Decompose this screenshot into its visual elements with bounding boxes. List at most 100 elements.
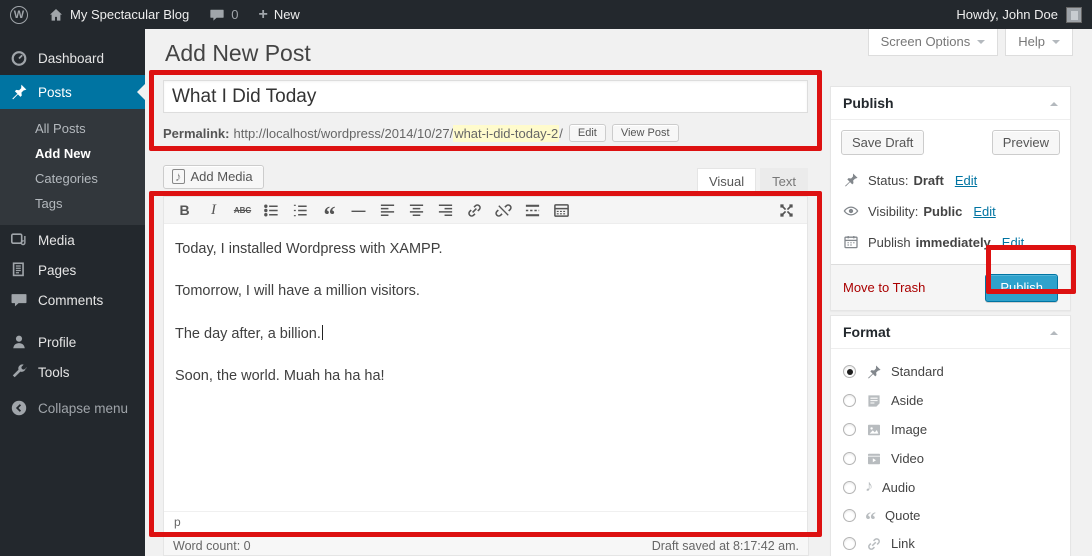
align-left-icon[interactable] — [373, 198, 402, 222]
format-option-link[interactable]: Link — [831, 529, 1070, 556]
calendar-icon — [843, 234, 859, 250]
word-count: Word count: 0 — [173, 539, 251, 553]
text-tab[interactable]: Text — [760, 168, 808, 196]
radio-selected[interactable] — [843, 365, 856, 378]
edit-visibility-link[interactable]: Edit — [973, 204, 995, 219]
permalink: Permalink: http://localhost/wordpress/20… — [163, 124, 808, 142]
site-name-link[interactable]: My Spectacular Blog — [38, 0, 199, 29]
radio[interactable] — [843, 509, 856, 522]
format-option-image[interactable]: Image — [831, 415, 1070, 444]
sidebar-separator — [0, 315, 145, 327]
bulleted-list-icon[interactable] — [257, 198, 286, 222]
toggle-panel-icon[interactable] — [1050, 98, 1058, 106]
post-title-input[interactable] — [163, 80, 808, 113]
italic-icon[interactable]: I — [199, 198, 228, 222]
sidebar-item-posts[interactable]: Posts — [0, 75, 145, 109]
permalink-slug: what-i-did-today-2 — [453, 125, 559, 142]
schedule-row: Publish immediately Edit — [831, 227, 1070, 258]
toolbar-toggle-icon[interactable] — [547, 198, 576, 222]
visual-tab[interactable]: Visual — [697, 168, 756, 196]
numbered-list-icon[interactable] — [286, 198, 315, 222]
editor-element-path[interactable]: p — [164, 511, 807, 533]
editor-paragraph: The day after, a billion. — [175, 325, 796, 342]
sidebar-item-tags[interactable]: Tags — [0, 191, 145, 216]
strikethrough-icon[interactable]: ABC — [228, 198, 257, 222]
publish-box-header[interactable]: Publish — [831, 87, 1070, 120]
sidebar-label: Profile — [38, 335, 76, 350]
chevron-down-icon — [1052, 40, 1060, 48]
edit-permalink-button[interactable]: Edit — [569, 124, 606, 142]
preview-button[interactable]: Preview — [992, 130, 1060, 155]
editor-content[interactable]: Today, I installed Wordpress with XAMPP.… — [164, 224, 807, 427]
text-cursor — [322, 325, 323, 340]
sidebar-item-comments[interactable]: Comments — [0, 285, 145, 315]
radio[interactable] — [843, 394, 856, 407]
format-option-video[interactable]: Video — [831, 444, 1070, 473]
media-icon: ♪ — [172, 169, 185, 184]
sidebar-item-pages[interactable]: Pages — [0, 255, 145, 285]
sidebar-item-media[interactable]: Media — [0, 225, 145, 255]
format-box-header[interactable]: Format — [831, 316, 1070, 349]
admin-bar-comments[interactable]: 0 — [199, 0, 248, 29]
edit-status-link[interactable]: Edit — [955, 173, 977, 188]
editor-paragraph: Today, I installed Wordpress with XAMPP. — [175, 241, 796, 257]
admin-bar: W My Spectacular Blog 0 + New Howdy, Joh… — [0, 0, 1092, 29]
save-draft-button[interactable]: Save Draft — [841, 130, 924, 155]
image-icon — [865, 421, 882, 438]
radio[interactable] — [843, 537, 856, 550]
add-media-button[interactable]: ♪ Add Media — [163, 165, 264, 189]
video-icon — [865, 450, 882, 467]
radio[interactable] — [843, 452, 856, 465]
admin-bar-new[interactable]: + New — [248, 0, 309, 29]
link-icon[interactable] — [460, 198, 489, 222]
format-option-standard[interactable]: Standard — [831, 357, 1070, 386]
screen-options-tab[interactable]: Screen Options — [868, 29, 999, 56]
sidebar-item-profile[interactable]: Profile — [0, 327, 145, 357]
new-label: New — [274, 7, 300, 22]
posts-submenu: All Posts Add New Categories Tags — [0, 109, 145, 225]
home-icon — [48, 7, 64, 23]
status-row: Status: Draft Edit — [831, 165, 1070, 196]
format-option-audio[interactable]: ♪ Audio — [831, 473, 1070, 501]
view-post-button[interactable]: View Post — [612, 124, 679, 142]
sidebar-item-collapse-menu[interactable]: Collapse menu — [0, 393, 145, 423]
admin-sidebar: Dashboard Posts All Posts Add New Catego… — [0, 29, 145, 556]
fullscreen-icon[interactable] — [772, 198, 801, 222]
align-center-icon[interactable] — [402, 198, 431, 222]
format-option-aside[interactable]: Aside — [831, 386, 1070, 415]
media-icon — [9, 231, 28, 250]
music-note-icon: ♪ — [865, 479, 873, 495]
align-right-icon[interactable] — [431, 198, 460, 222]
bold-icon[interactable]: B — [170, 198, 199, 222]
quote-icon: “ — [865, 507, 876, 523]
wordpress-logo-menu[interactable]: W — [0, 0, 38, 29]
howdy-account-menu[interactable]: Howdy, John Doe — [956, 7, 1058, 22]
publish-box: Publish Save Draft Preview Status: Draft… — [830, 86, 1071, 311]
horizontal-rule-icon[interactable]: — — [344, 198, 373, 222]
move-to-trash-link[interactable]: Move to Trash — [843, 280, 925, 295]
sidebar-label: Tools — [38, 365, 70, 380]
aside-icon — [865, 392, 882, 409]
edit-schedule-link[interactable]: Edit — [1002, 235, 1024, 250]
comment-bubble-icon — [209, 7, 225, 23]
plus-icon: + — [258, 7, 267, 23]
sidebar-item-dashboard[interactable]: Dashboard — [0, 41, 145, 75]
site-name: My Spectacular Blog — [70, 7, 189, 22]
radio[interactable] — [843, 481, 856, 494]
toggle-panel-icon[interactable] — [1050, 327, 1058, 335]
publish-button[interactable]: Publish — [985, 274, 1058, 302]
more-tag-icon[interactable] — [518, 198, 547, 222]
sidebar-item-add-new[interactable]: Add New — [0, 141, 145, 166]
status-value: Draft — [913, 173, 943, 188]
draft-saved-status: Draft saved at 8:17:42 am. — [652, 539, 799, 553]
sidebar-item-categories[interactable]: Categories — [0, 166, 145, 191]
sidebar-item-tools[interactable]: Tools — [0, 357, 145, 387]
radio[interactable] — [843, 423, 856, 436]
blockquote-icon[interactable]: “ — [315, 198, 344, 222]
format-option-quote[interactable]: “ Quote — [831, 501, 1070, 529]
pushpin-icon — [843, 172, 859, 188]
help-tab[interactable]: Help — [1005, 29, 1073, 56]
unlink-icon[interactable] — [489, 198, 518, 222]
editor-toolbar: B I ABC “ — — [164, 197, 807, 224]
sidebar-item-all-posts[interactable]: All Posts — [0, 116, 145, 141]
